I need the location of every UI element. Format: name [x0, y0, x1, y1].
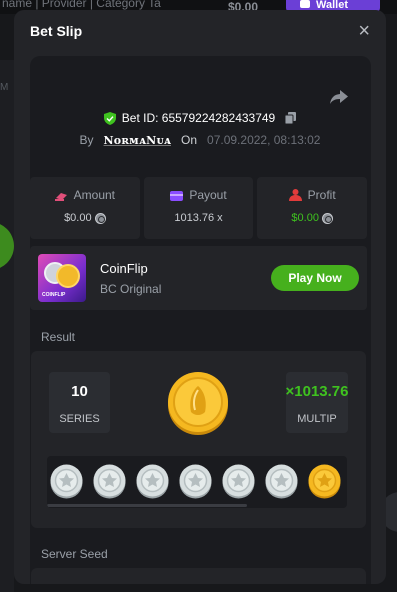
silver-coin-result	[265, 464, 298, 499]
modal-title: Bet Slip	[30, 23, 83, 39]
close-button[interactable]: ×	[358, 21, 370, 41]
series-value: 10	[71, 383, 88, 400]
wallet-icon	[300, 0, 310, 8]
share-icon[interactable]	[330, 90, 348, 104]
copy-icon[interactable]	[285, 112, 297, 124]
silver-coin-result	[93, 464, 126, 499]
server-seed-field[interactable]	[31, 568, 366, 584]
bet-slip-modal: Bet Slip × Bet ID: 65579224282433749 By …	[14, 10, 386, 584]
bet-stats: Amount $0.00 Payout 1013.76 x Profit $0.…	[30, 177, 368, 239]
result-label: Result	[41, 330, 76, 344]
bet-date: 07.09.2022, 08:13:02	[207, 133, 321, 147]
background-sidebar	[0, 60, 14, 592]
wallet-card-icon	[170, 190, 184, 201]
series-tile: 10 SERIES	[49, 372, 110, 433]
stat-profit-value: $0.00	[291, 212, 319, 224]
currency-coin-icon	[94, 212, 106, 224]
modal-header: Bet Slip ×	[14, 10, 386, 52]
by-label: By	[79, 133, 94, 147]
stat-payout: Payout 1013.76 x	[143, 177, 254, 239]
stat-payout-label: Payout	[189, 188, 227, 202]
series-label: SERIES	[59, 413, 100, 425]
background-side-letter: M	[0, 82, 9, 93]
bet-author-row: By NᴏʀᴍᴀNᴜᴀ On 07.09.2022, 08:13:02	[14, 133, 386, 147]
multiplier-value: ×1013.76	[285, 383, 349, 400]
game-name: CoinFlip	[100, 261, 148, 276]
bet-id-row: Bet ID: 65579224282433749	[14, 111, 386, 125]
username-link[interactable]: NᴏʀᴍᴀNᴜᴀ	[104, 134, 171, 147]
profit-people-icon	[288, 189, 302, 201]
result-panel: 10 SERIES ×1013.76 MULTIP	[31, 351, 366, 528]
stat-amount-value: $0.00	[64, 212, 92, 224]
silver-coin-result	[50, 464, 83, 499]
game-subtitle: BC Original	[100, 282, 162, 296]
horizontal-scrollbar[interactable]	[47, 504, 247, 507]
bet-id: Bet ID: 65579224282433749	[121, 111, 276, 125]
verified-shield-icon	[103, 111, 116, 125]
coins-stack-icon	[54, 192, 67, 201]
background-breadcrumb: name | Provider | Category Ta	[2, 0, 161, 10]
stat-profit-label: Profit	[307, 188, 336, 202]
on-label: On	[181, 133, 198, 147]
multiplier-tile: ×1013.76 MULTIP	[285, 372, 349, 433]
silver-coin-result	[179, 464, 212, 499]
stat-amount: Amount $0.00	[30, 177, 140, 239]
gold-coin-result	[308, 464, 341, 499]
stat-profit: Profit $0.00	[257, 177, 368, 239]
silver-coin-result	[136, 464, 169, 499]
multiplier-label: MULTIP	[297, 413, 337, 425]
currency-coin-icon	[321, 212, 333, 224]
game-card: COINFLIP CoinFlip BC Original Play Now	[30, 246, 367, 310]
silver-coin-result	[222, 464, 255, 499]
gold-coin-icon	[168, 372, 228, 435]
coin-sequence-strip[interactable]	[47, 456, 347, 508]
stat-amount-label: Amount	[73, 188, 116, 202]
stat-payout-value: 1013.76 x	[174, 212, 223, 224]
play-now-button[interactable]: Play Now	[271, 265, 359, 291]
server-seed-label: Server Seed	[41, 547, 108, 561]
coinflip-thumbnail[interactable]: COINFLIP	[38, 254, 86, 302]
thumbnail-label: COINFLIP	[42, 292, 66, 298]
